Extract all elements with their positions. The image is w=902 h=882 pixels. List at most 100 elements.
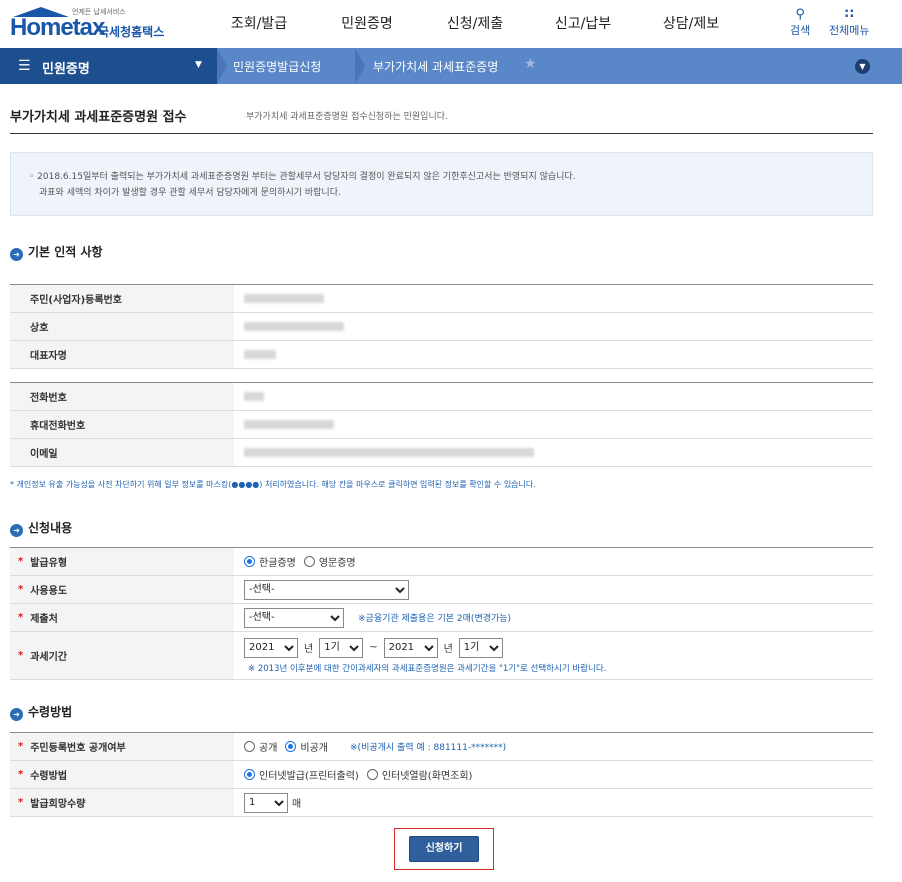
submit-to-header: * 제출처	[10, 604, 234, 631]
disclose-label: 주민등록번호 공개여부	[30, 743, 126, 754]
radio-nondisclose-label: 비공개	[300, 743, 329, 754]
notice-line-2: 과표와 세액의 차이가 발생할 경우 관할 세무서 담당자에게 문의하시기 바랍…	[39, 188, 341, 198]
radio-empty-icon	[366, 769, 378, 780]
location-main-menu[interactable]: ☰ 민원증명 ▼	[0, 48, 217, 84]
nav-apply-submit[interactable]: 신청/제출	[421, 0, 529, 48]
all-menu-label: 전체메뉴	[829, 24, 870, 37]
required-mark: *	[18, 797, 24, 808]
table-row: 대표자명	[10, 341, 873, 369]
main-nav: 조회/발급 민원증명 신청/제출 신고/납부 상담/제보	[205, 0, 745, 48]
radio-nondisclose[interactable]: 비공개	[285, 739, 328, 754]
issue-type-header: * 발급유형	[10, 548, 234, 575]
privacy-note: * 개인정보 유출 가능성을 사전 차단하기 위해 일부 정보를 마스킹(●●●…	[10, 480, 536, 489]
nav-inquiry-issue[interactable]: 조회/발급	[205, 0, 313, 48]
qty-header: * 발급희망수량	[10, 789, 234, 816]
radio-english-label: 영문증명	[318, 558, 356, 569]
page-subtitle: 부가가치세 과세표준증명원 접수신청하는 민원입니다.	[246, 112, 448, 122]
mobile-value[interactable]	[234, 411, 873, 438]
radio-empty-icon	[303, 556, 315, 567]
issue-type-value: 한글증명 영문증명	[234, 548, 873, 575]
purpose-select[interactable]: -선택-	[244, 579, 409, 600]
section-bullet-icon: ➜	[10, 708, 23, 721]
table-row: 휴대전화번호	[10, 411, 873, 439]
section-basic-title: 기본 인적 사항	[28, 245, 103, 259]
disclose-hint: ※(비공개시 출력 예 : 881111-*******)	[350, 743, 507, 753]
period-label: 과세기간	[30, 652, 68, 663]
phone-value[interactable]	[234, 383, 873, 410]
table-row: * 발급희망수량 1 매	[10, 789, 873, 817]
breadcrumb-apply[interactable]: 민원증명발급신청	[233, 58, 321, 75]
year-unit: 년	[443, 644, 453, 655]
hometax-logo[interactable]: 언제든 납세서비스 Hometax 국세청홈택스	[10, 6, 175, 42]
radio-empty-icon	[244, 741, 255, 752]
section-basic-info: ➜ 기본 인적 사항	[10, 243, 103, 261]
section-bullet-icon: ➜	[10, 524, 23, 537]
table-row: * 수령방법 인터넷발급(프린터출력) 인터넷열람(화면조회)	[10, 761, 873, 789]
masked-value	[244, 448, 534, 457]
table-row: * 발급유형 한글증명 영문증명	[10, 548, 873, 576]
disclose-value: 공개 비공개 ※(비공개시 출력 예 : 881111-*******)	[234, 733, 873, 760]
section-application: ➜ 신청내용	[10, 519, 72, 537]
radio-internet-print[interactable]: 인터넷발급(프린터출력)	[244, 767, 359, 782]
nav-report-pay[interactable]: 신고/납부	[529, 0, 637, 48]
from-year-select[interactable]: 2021	[244, 637, 298, 658]
range-tilde: ~	[369, 642, 378, 653]
radio-selected-icon	[244, 556, 255, 567]
table-row: * 과세기간 2021 년 1기 ~ 2021 년 1기 ※ 2013년 이후분에…	[10, 632, 873, 680]
breadcrumb-current[interactable]: 부가가치세 과세표준증명	[373, 58, 498, 75]
year-unit: 년	[304, 644, 314, 655]
search-button[interactable]: ⚲ 검색	[790, 8, 810, 38]
method-header: * 수령방법	[10, 761, 234, 788]
masked-value	[244, 392, 264, 401]
radio-korean[interactable]: 한글증명	[244, 554, 296, 569]
email-value[interactable]	[234, 439, 873, 466]
radio-disclose[interactable]: 공개	[244, 739, 277, 754]
from-term-select[interactable]: 1기	[319, 637, 364, 658]
required-mark: *	[18, 741, 24, 752]
submit-to-label: 제출처	[30, 614, 58, 625]
title-divider	[10, 133, 873, 134]
section-receive-title: 수령방법	[28, 705, 73, 719]
submit-to-select[interactable]: -선택-	[244, 607, 344, 628]
disclose-header: * 주민등록번호 공개여부	[10, 733, 234, 760]
radio-internet-view[interactable]: 인터넷열람(화면조회)	[366, 767, 472, 782]
notice-line-1: ◦ 2018.6.15일부터 출력되는 부가가치세 과세표준증명원 부터는 관할…	[29, 172, 576, 182]
to-term-select[interactable]: 1기	[458, 637, 503, 658]
favorite-star-icon[interactable]: ★	[524, 56, 537, 72]
application-table: * 발급유형 한글증명 영문증명 * 사용용도 -선택- * 제출처 -선택- ※금융…	[10, 547, 873, 680]
page-title: 부가가치세 과세표준증명원 접수	[10, 110, 187, 125]
table-row: 주민(사업자)등록번호	[10, 285, 873, 313]
table-row: 상호	[10, 313, 873, 341]
radio-english[interactable]: 영문증명	[303, 554, 356, 569]
chevron-down-icon[interactable]: ▼	[855, 59, 870, 74]
reg-no-label: 주민(사업자)등록번호	[10, 285, 234, 312]
masked-value	[244, 420, 334, 429]
rep-value[interactable]	[234, 341, 873, 368]
triangle-down-icon: ▼	[195, 60, 202, 70]
submit-to-hint: ※금융기관 제출용은 기본 2매(변경가능)	[358, 614, 512, 624]
required-mark: *	[18, 612, 24, 623]
period-value: 2021 년 1기 ~ 2021 년 1기 ※ 2013년 이후분에 대한 간이…	[234, 632, 873, 679]
reg-no-value[interactable]	[234, 285, 873, 312]
section-receive: ➜ 수령방법	[10, 703, 72, 721]
breadcrumb-separator	[355, 48, 365, 84]
period-hint: ※ 2013년 이후분에 대한 간이과세자의 과세표준증명원은 과세기간을 "1…	[248, 663, 607, 674]
nav-civil-certificate[interactable]: 민원증명	[313, 0, 421, 48]
company-value[interactable]	[234, 313, 873, 340]
to-year-select[interactable]: 2021	[383, 637, 438, 658]
all-menu-button[interactable]: ∷ 전체메뉴	[829, 8, 869, 38]
nav-consult-report[interactable]: 상담/제보	[637, 0, 745, 48]
hamburger-icon: ☰	[18, 58, 31, 74]
section-apply-title: 신청내용	[28, 521, 73, 535]
phone-label: 전화번호	[10, 383, 234, 410]
breadcrumb-separator	[217, 48, 227, 84]
section-bullet-icon: ➜	[10, 248, 23, 261]
method-value: 인터넷발급(프린터출력) 인터넷열람(화면조회)	[234, 761, 873, 788]
qty-select[interactable]: 1	[244, 792, 288, 813]
required-mark: *	[18, 769, 24, 780]
masked-value	[244, 350, 276, 359]
top-header: 언제든 납세서비스 Hometax 국세청홈택스 조회/발급 민원증명 신청/제…	[0, 0, 902, 48]
purpose-value: -선택-	[234, 576, 873, 603]
radio-selected-icon	[244, 769, 255, 780]
submit-button[interactable]: 신청하기	[409, 836, 479, 862]
